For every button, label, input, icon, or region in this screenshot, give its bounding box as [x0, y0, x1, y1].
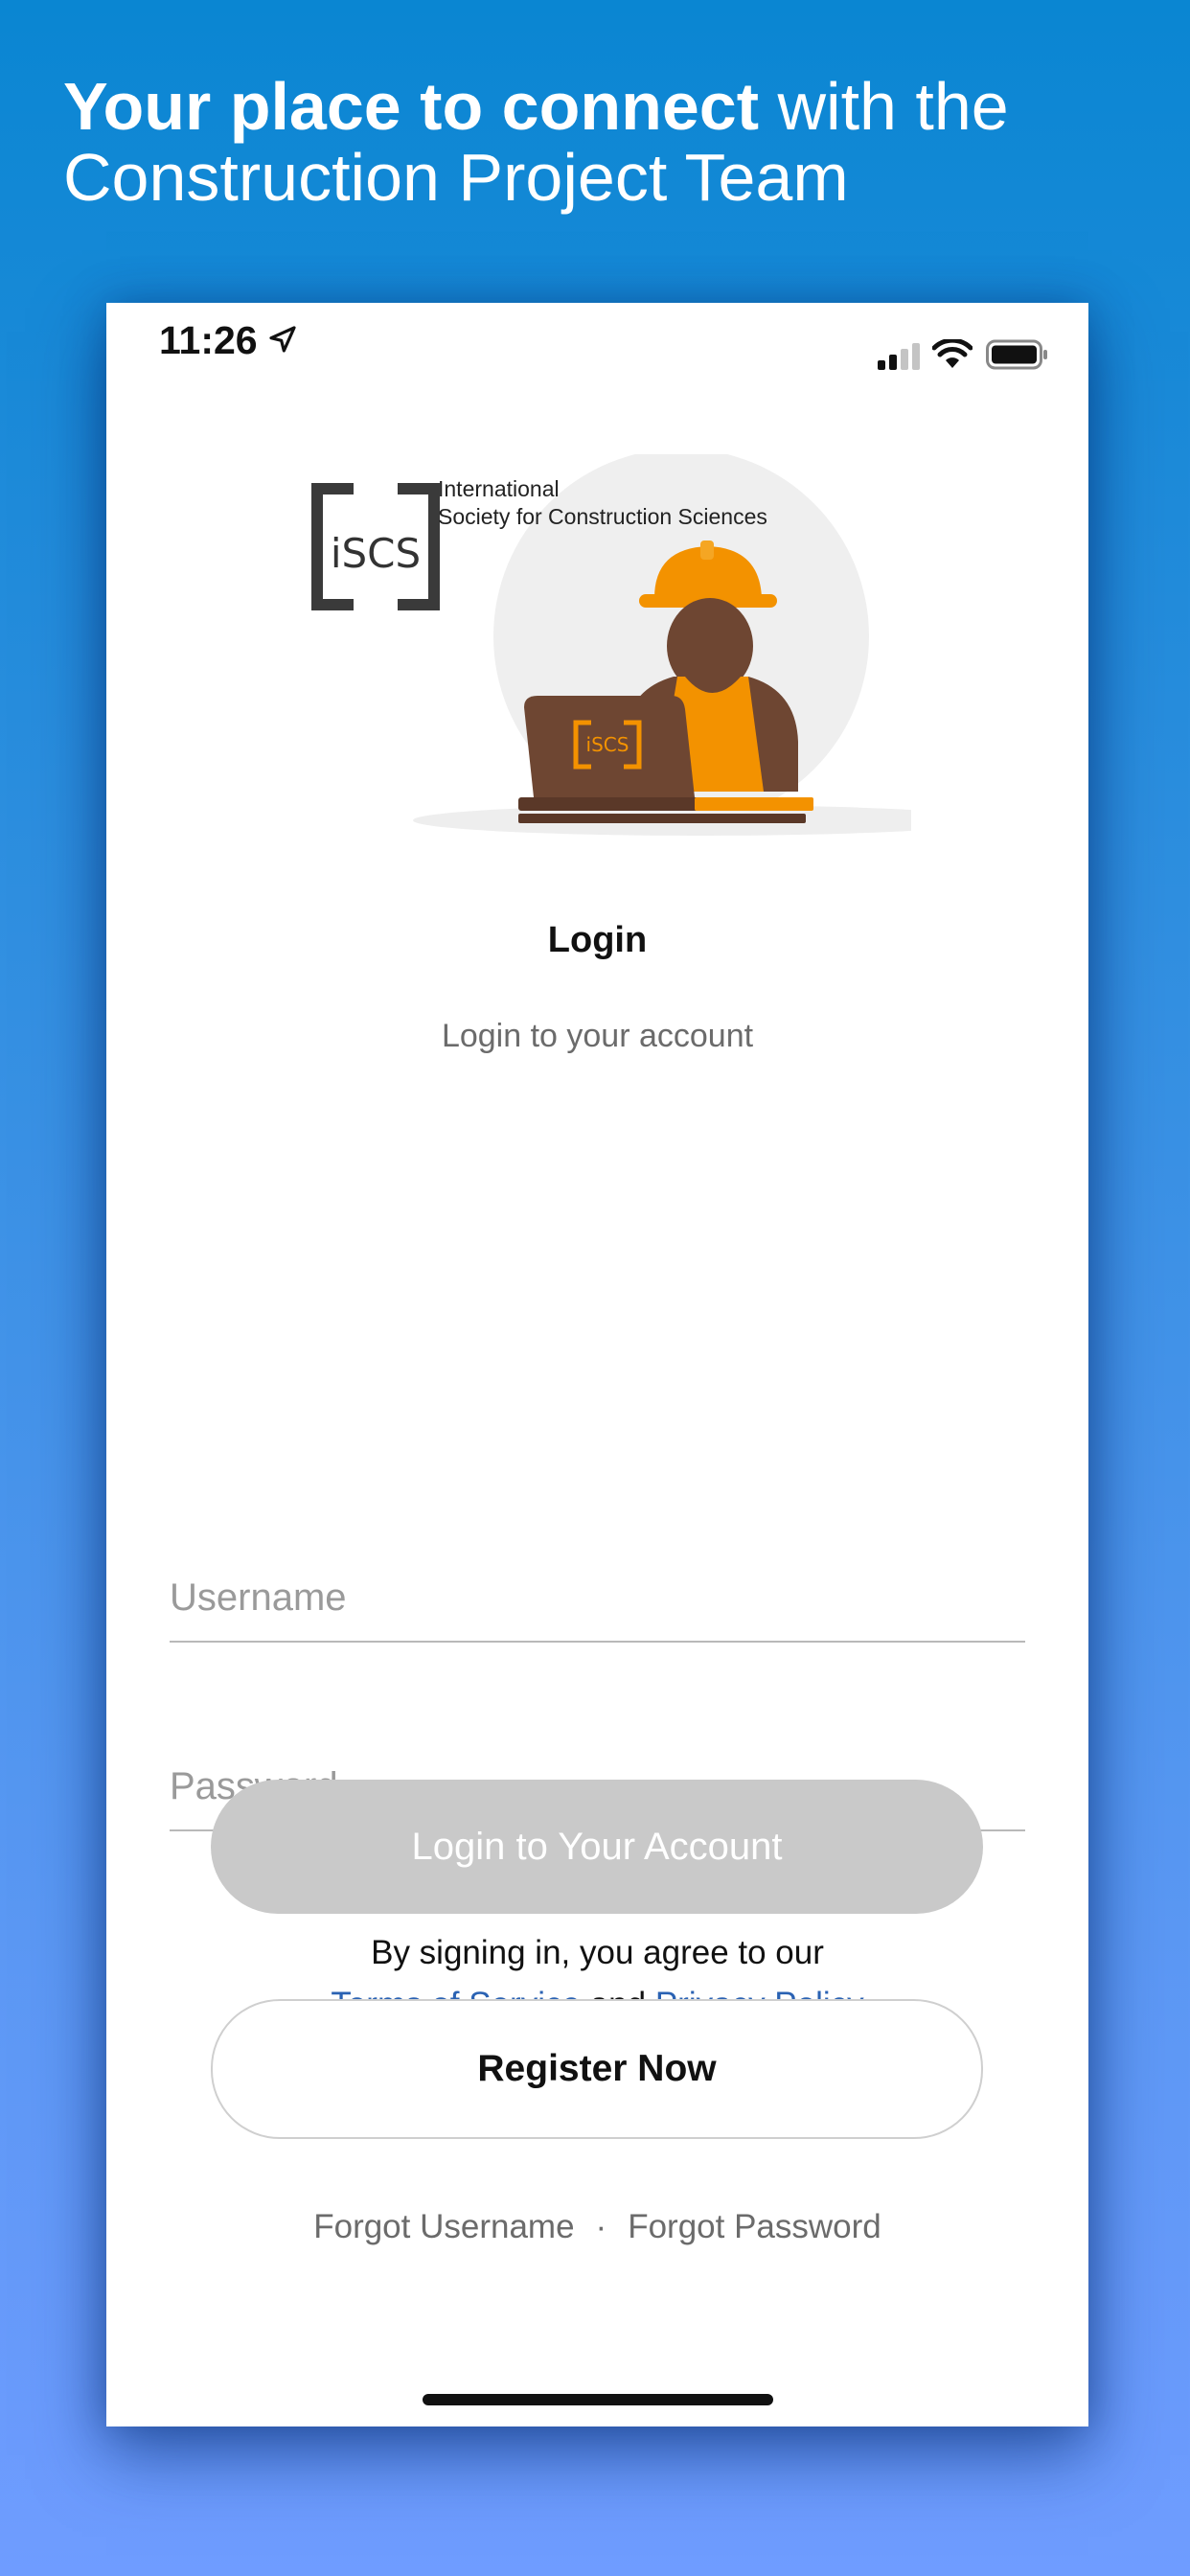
iscs-logo-mark: iSCS [311, 483, 440, 610]
headline-bold: Your place to connect [63, 69, 760, 144]
username-input[interactable] [170, 1554, 1025, 1643]
battery-icon [986, 339, 1047, 370]
forgot-username-link[interactable]: Forgot Username [313, 2208, 574, 2245]
forgot-password-link[interactable]: Forgot Password [628, 2208, 881, 2245]
forgot-links: Forgot Username · Forgot Password [106, 2208, 1088, 2246]
location-arrow-icon [269, 326, 296, 353]
headline: Your place to connect with the Construct… [63, 71, 1146, 213]
forgot-separator: · [595, 2208, 607, 2245]
logo-line-1: International [438, 476, 560, 501]
status-time: 11:26 [159, 318, 258, 362]
login-title: Login [547, 920, 648, 960]
svg-text:iSCS: iSCS [331, 530, 421, 577]
laptop-logo-text: iSCS [586, 733, 629, 756]
home-indicator[interactable] [423, 2394, 773, 2405]
agree-prefix: By signing in, you agree to our [371, 1934, 824, 1971]
phone-screen: 11:26 iSCS iSCS International Society fo… [106, 303, 1088, 2426]
logo-text: International Society for Construction S… [438, 475, 821, 531]
cellular-signal-icon [878, 343, 920, 370]
login-subtitle: Login to your account [441, 1018, 754, 1054]
wifi-icon [932, 339, 973, 368]
register-button[interactable]: Register Now [211, 1999, 983, 2139]
login-button[interactable]: Login to Your Account [211, 1780, 983, 1914]
logo-line-2: Society for Construction Sciences [438, 504, 767, 529]
